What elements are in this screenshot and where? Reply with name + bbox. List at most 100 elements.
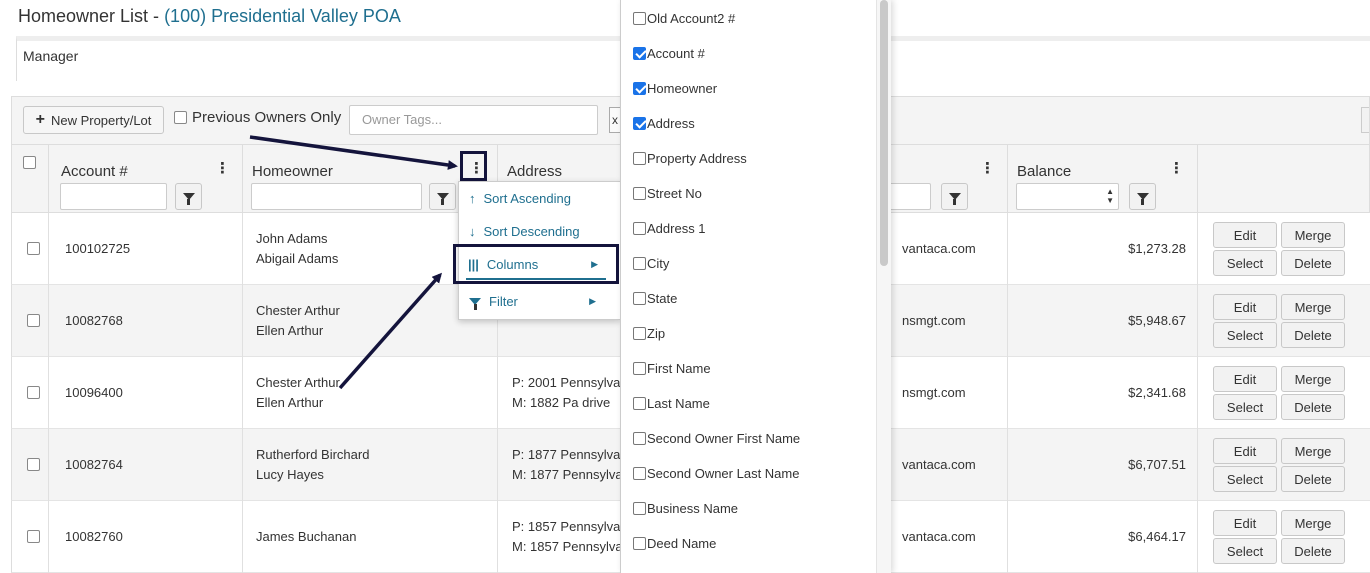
column-chooser-item[interactable]: Second Owner First Name — [633, 428, 800, 448]
row-checkbox[interactable] — [27, 458, 40, 471]
column-checkbox[interactable] — [633, 396, 646, 410]
column-chooser-item[interactable]: State — [633, 288, 677, 308]
account-cell[interactable]: 10082764 — [65, 455, 123, 475]
association-link[interactable]: (100) Presidential Valley POA — [164, 6, 401, 26]
column-checkbox[interactable] — [633, 11, 646, 25]
column-chooser-item[interactable]: Address — [633, 113, 695, 133]
column-chooser-item[interactable]: Property Address — [633, 148, 747, 168]
account-filter-input[interactable] — [60, 183, 167, 210]
delete-button[interactable]: Delete — [1281, 466, 1345, 492]
column-chooser-item[interactable]: First Name — [633, 358, 711, 378]
filter-item[interactable]: Filter ▶ — [459, 286, 620, 316]
row-checkbox[interactable] — [27, 386, 40, 399]
row-checkbox[interactable] — [27, 530, 40, 543]
divider — [1007, 357, 1008, 429]
balance-filter-button[interactable] — [1129, 183, 1156, 210]
homeowner-header-label[interactable]: Homeowner — [252, 163, 333, 180]
select-button[interactable]: Select — [1213, 466, 1277, 492]
column-checkbox[interactable] — [633, 291, 646, 305]
column-chooser-item[interactable]: Street No — [633, 183, 702, 203]
merge-button[interactable]: Merge — [1281, 438, 1345, 464]
edit-button[interactable]: Edit — [1213, 222, 1277, 248]
delete-button[interactable]: Delete — [1281, 250, 1345, 276]
column-chooser-label: First Name — [647, 360, 711, 376]
email-filter-button[interactable] — [941, 183, 968, 210]
column-chooser-item[interactable]: Homeowner — [633, 78, 717, 98]
account-cell[interactable]: 10082768 — [65, 311, 123, 331]
homeowner-filter-input[interactable] — [251, 183, 422, 210]
column-chooser-item[interactable]: Second Owner Last Name — [633, 463, 799, 483]
column-checkbox[interactable] — [633, 536, 646, 550]
account-cell[interactable]: 100102725 — [65, 239, 130, 259]
sort-ascending-item[interactable]: ↑ Sort Ascending — [459, 183, 620, 213]
edit-button[interactable]: Edit — [1213, 294, 1277, 320]
edit-button[interactable]: Edit — [1213, 438, 1277, 464]
email-filter-input[interactable] — [888, 183, 931, 210]
select-button[interactable]: Select — [1213, 250, 1277, 276]
select-button[interactable]: Select — [1213, 538, 1277, 564]
column-checkbox[interactable] — [633, 501, 646, 515]
address-header-label[interactable]: Address — [507, 163, 562, 180]
edit-button[interactable]: Edit — [1213, 510, 1277, 536]
edit-button[interactable]: Edit — [1213, 366, 1277, 392]
account-header-label[interactable]: Account # — [61, 163, 128, 180]
column-checkbox[interactable] — [633, 326, 646, 340]
column-chooser-item[interactable]: Zip — [633, 323, 665, 343]
previous-owners-label: Previous Owners Only — [192, 109, 342, 126]
owner-tags-input[interactable]: Owner Tags... — [349, 105, 598, 135]
merge-button[interactable]: Merge — [1281, 510, 1345, 536]
chevron-right-icon: ▶ — [589, 295, 596, 306]
sort-descending-label: Sort Descending — [483, 223, 580, 239]
merge-button[interactable]: Merge — [1281, 366, 1345, 392]
funnel-icon — [469, 297, 481, 310]
column-chooser-item[interactable]: Address 1 — [633, 218, 706, 238]
column-checkbox[interactable] — [633, 151, 646, 165]
homeowner-filter-button[interactable] — [429, 183, 456, 210]
delete-button[interactable]: Delete — [1281, 322, 1345, 348]
new-property-button[interactable]: + New Property/Lot — [23, 106, 164, 134]
address-property: P: 1877 Pennsylva — [512, 447, 621, 462]
account-column-menu-icon[interactable]: ⋮ — [215, 159, 230, 177]
row-checkbox[interactable] — [27, 242, 40, 255]
balance-column-menu-icon[interactable]: ⋮ — [1169, 159, 1184, 177]
sort-descending-item[interactable]: ↓ Sort Descending — [459, 216, 620, 246]
account-filter-button[interactable] — [175, 183, 202, 210]
column-chooser-item[interactable]: Business Name — [633, 498, 738, 518]
balance-filter-input[interactable]: ▲ ▼ — [1016, 183, 1119, 210]
merge-button[interactable]: Merge — [1281, 294, 1345, 320]
divider — [48, 285, 49, 357]
column-chooser-item[interactable]: Old Account2 # — [633, 8, 735, 28]
spinner-icon[interactable]: ▲ ▼ — [1106, 187, 1114, 205]
select-button[interactable]: Select — [1213, 394, 1277, 420]
chooser-scrollbar[interactable] — [880, 0, 888, 266]
column-checkbox[interactable] — [633, 361, 646, 375]
merge-button[interactable]: Merge — [1281, 222, 1345, 248]
previous-owners-checkbox[interactable] — [174, 111, 187, 124]
previous-owners-toggle[interactable]: Previous Owners Only — [174, 109, 341, 126]
owner-cell: Rutherford Birchard Lucy Hayes — [256, 445, 369, 485]
select-all-checkbox[interactable] — [23, 156, 36, 169]
column-checkbox[interactable] — [633, 186, 646, 200]
column-checkbox[interactable] — [633, 466, 646, 480]
delete-button[interactable]: Delete — [1281, 394, 1345, 420]
select-button[interactable]: Select — [1213, 322, 1277, 348]
column-checkbox[interactable] — [633, 116, 646, 130]
row-checkbox[interactable] — [27, 314, 40, 327]
column-checkbox[interactable] — [633, 46, 646, 60]
account-cell[interactable]: 10096400 — [65, 383, 123, 403]
column-checkbox[interactable] — [633, 431, 646, 445]
column-chooser-label: City — [647, 255, 670, 271]
column-checkbox[interactable] — [633, 256, 646, 270]
email-column-menu-icon[interactable]: ⋮ — [980, 159, 995, 177]
column-chooser-item[interactable]: Deed Name — [633, 533, 716, 553]
column-chooser-item[interactable]: Last Name — [633, 393, 710, 413]
column-chooser-label: Property Address — [647, 150, 747, 166]
column-chooser-item[interactable]: Account # — [633, 43, 705, 63]
column-checkbox[interactable] — [633, 81, 646, 95]
column-chooser-item[interactable]: City — [633, 253, 669, 273]
account-cell[interactable]: 10082760 — [65, 527, 123, 547]
column-checkbox[interactable] — [633, 221, 646, 235]
toolbar-right-button[interactable] — [1361, 107, 1369, 133]
balance-header-label[interactable]: Balance — [1017, 163, 1071, 180]
delete-button[interactable]: Delete — [1281, 538, 1345, 564]
